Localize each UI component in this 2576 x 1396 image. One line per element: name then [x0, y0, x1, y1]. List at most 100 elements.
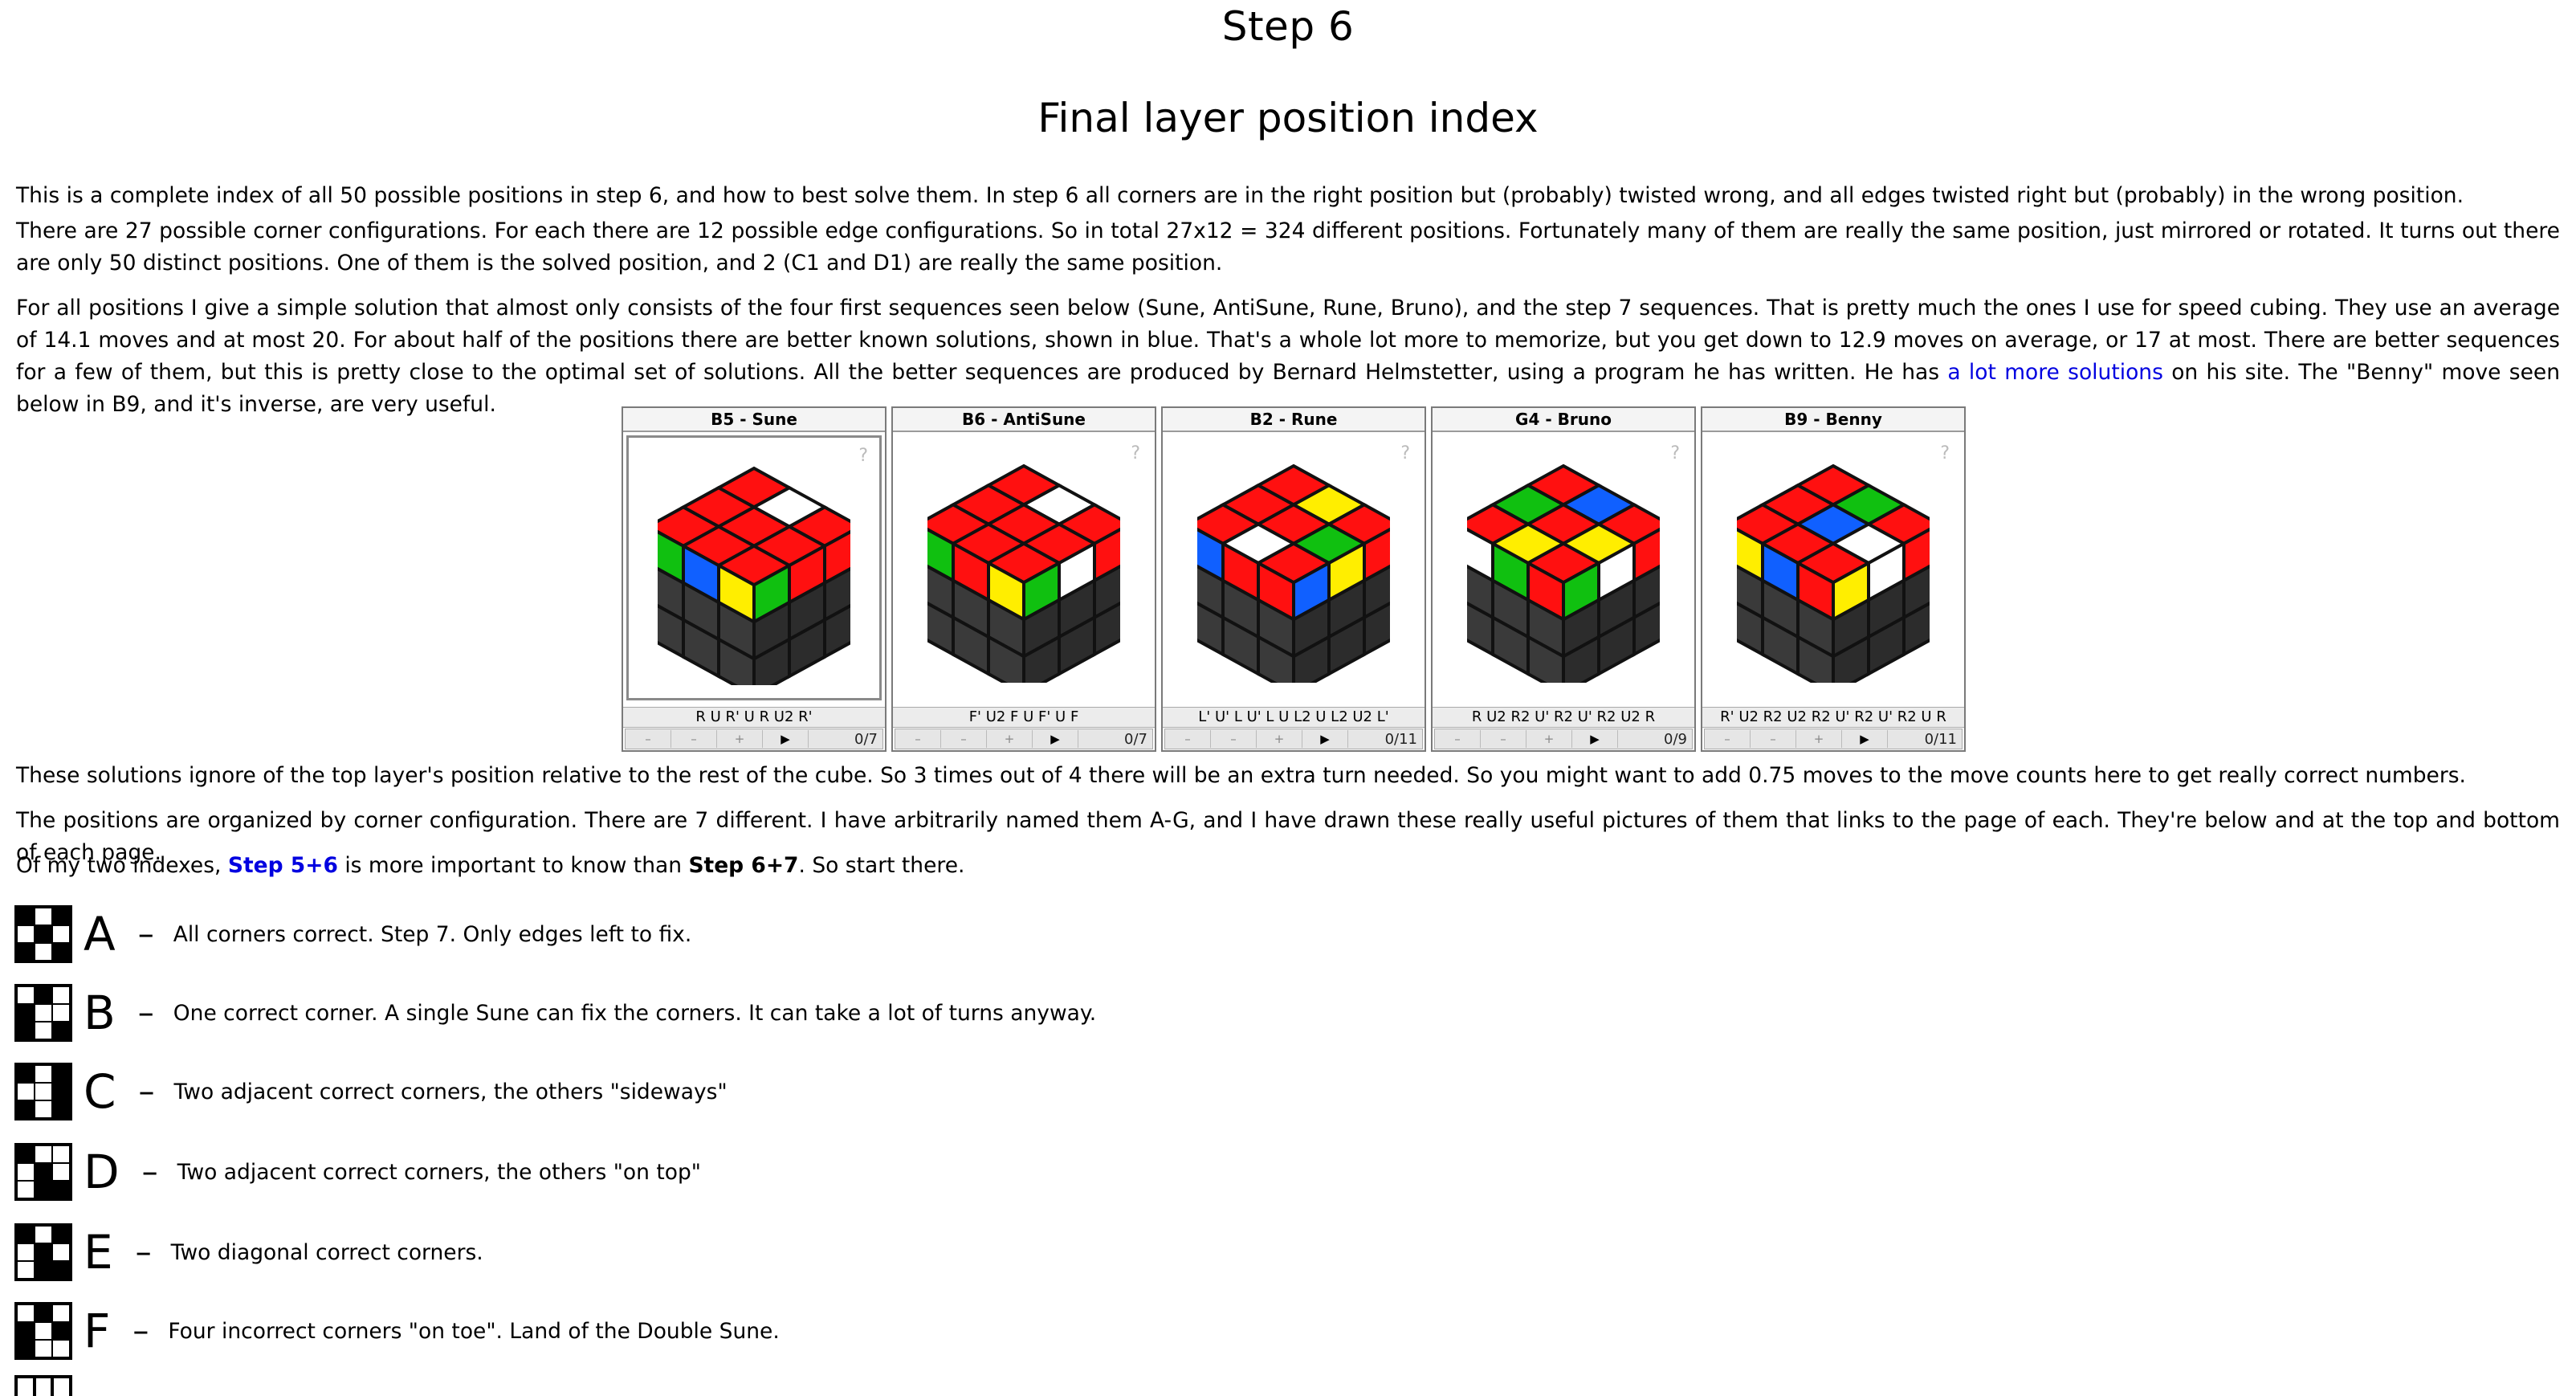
category-letter[interactable]: B — [84, 990, 116, 1036]
category-dash: – — [141, 1153, 158, 1190]
rewind-button[interactable]: – — [626, 730, 671, 748]
play-button[interactable]: ▶ — [763, 730, 809, 748]
p6-text-b: is more important to know than — [337, 853, 689, 878]
step-6-7-label: Step 6+7 — [688, 853, 799, 878]
intro-paragraph-3: For all positions I give a simple soluti… — [16, 292, 2560, 421]
applet-title: B9 - Benny — [1702, 408, 1964, 432]
move-sequence: R' U2 R2 U2 R2 U' R2 U' R2 U R — [1702, 707, 1964, 728]
category-letter[interactable]: F — [84, 1308, 110, 1354]
category-dash: – — [138, 1073, 155, 1110]
corner-pattern-icon[interactable] — [14, 1063, 72, 1120]
rewind-button[interactable]: – — [1435, 730, 1481, 748]
cube-applet[interactable]: B5 - Sune? R U R' U R U2 R' – – + ▶ 0/7 — [622, 406, 887, 752]
applet-title: G4 - Bruno — [1433, 408, 1694, 432]
p6-text-a: Of my two indexes, — [16, 853, 228, 878]
category-a-row[interactable]: A – All corners correct. Step 7. Only edge… — [14, 898, 691, 970]
cube-applet[interactable]: B2 - Rune? L' U' L U' L U L2 U L2 U2 L' – –… — [1161, 406, 1426, 752]
cube-view[interactable]: ? — [1166, 435, 1421, 700]
help-icon[interactable]: ? — [858, 446, 868, 466]
category-description: Two diagonal correct corners. — [170, 1239, 483, 1265]
play-button[interactable]: ▶ — [1033, 730, 1078, 748]
cube-drawing — [1737, 463, 1930, 683]
corner-pattern-icon[interactable] — [14, 1375, 72, 1396]
applet-controls: – – + ▶ 0/7 — [625, 729, 883, 749]
category-letter[interactable]: A — [84, 911, 116, 957]
move-sequence: R U R' U R U2 R' — [623, 707, 885, 728]
cube-applet[interactable]: B9 - Benny? R' U2 R2 U2 R2 U' R2 U' R2 U … — [1701, 406, 1966, 752]
category-d-row[interactable]: D – Two adjacent correct corners, the othe… — [14, 1136, 701, 1208]
rewind-button[interactable]: – — [1705, 730, 1751, 748]
category-letter[interactable]: D — [84, 1149, 120, 1195]
help-icon[interactable]: ? — [1131, 443, 1140, 463]
help-icon[interactable]: ? — [1670, 443, 1680, 463]
more-solutions-link[interactable]: a lot more solutions — [1947, 360, 2163, 385]
step-forward-button[interactable]: + — [717, 730, 763, 748]
cube-applet[interactable]: G4 - Bruno? R U2 R2 U' R2 U' R2 U2 R – – + ▶ 0… — [1431, 406, 1696, 752]
category-c-row[interactable]: C – Two adjacent correct corners, the othe… — [14, 1055, 728, 1128]
cube-view[interactable]: ? — [896, 435, 1151, 700]
help-icon[interactable]: ? — [1940, 443, 1950, 463]
page-subtitle: Final layer position index — [1037, 95, 1539, 141]
move-counter: 0/7 — [854, 730, 878, 748]
cube-view[interactable]: ? — [1706, 435, 1961, 700]
page-title: Step 6 — [1221, 3, 1355, 50]
applet-controls: – – + ▶ 0/11 — [1704, 729, 1963, 749]
move-counter: 0/11 — [1384, 730, 1417, 748]
step-forward-button[interactable]: + — [1526, 730, 1572, 748]
category-dash: – — [137, 994, 154, 1031]
step-forward-button[interactable]: + — [1796, 730, 1842, 748]
cube-view[interactable]: ? — [1436, 435, 1691, 700]
intro-paragraph-1: This is a complete index of all 50 possi… — [16, 183, 2464, 208]
cube-applet[interactable]: B6 - AntiSune? F' U2 F U F' U F – – + ▶ 0/7 — [891, 406, 1156, 752]
step-forward-button[interactable]: + — [1257, 730, 1302, 748]
step-back-button[interactable]: – — [1211, 730, 1257, 748]
rewind-button[interactable]: – — [895, 730, 941, 748]
cube-applets: B5 - Sune? R U R' U R U2 R' – – + ▶ 0/7 B6 - An… — [622, 406, 1966, 752]
help-icon[interactable]: ? — [1400, 443, 1410, 463]
step-back-button[interactable]: – — [1481, 730, 1526, 748]
step-back-button[interactable]: – — [671, 730, 717, 748]
move-counter: 0/9 — [1664, 730, 1687, 748]
cube-view[interactable]: ? — [626, 435, 882, 700]
category-dash: – — [135, 1234, 152, 1271]
move-sequence: F' U2 F U F' U F — [893, 707, 1155, 728]
corner-pattern-icon[interactable] — [14, 905, 72, 963]
play-button[interactable]: ▶ — [1302, 730, 1348, 748]
category-letter[interactable]: C — [84, 1068, 116, 1115]
category-description: One correct corner. A single Sune can fi… — [173, 1000, 1097, 1026]
applet-controls: – – + ▶ 0/7 — [895, 729, 1153, 749]
cube-drawing — [658, 466, 850, 685]
applet-controls: – – + ▶ 0/11 — [1164, 729, 1423, 749]
corner-pattern-icon[interactable] — [14, 984, 72, 1042]
category-b-row[interactable]: B – One correct corner. A single Sune can … — [14, 977, 1096, 1049]
applet-title: B5 - Sune — [623, 408, 885, 432]
category-description: All corners correct. Step 7. Only edges … — [173, 921, 692, 947]
step-back-button[interactable]: – — [1751, 730, 1796, 748]
step-forward-button[interactable]: + — [987, 730, 1033, 748]
category-dash: – — [132, 1312, 149, 1349]
applet-title: B2 - Rune — [1163, 408, 1425, 432]
category-letter[interactable]: E — [84, 1229, 113, 1276]
play-button[interactable]: ▶ — [1572, 730, 1618, 748]
step-back-button[interactable]: – — [941, 730, 987, 748]
category-description: Two adjacent correct corners, the others… — [173, 1079, 728, 1104]
rewind-button[interactable]: – — [1165, 730, 1211, 748]
category-dash: – — [137, 916, 154, 953]
corner-pattern-icon[interactable] — [14, 1223, 72, 1281]
applet-controls: – – + ▶ 0/9 — [1434, 729, 1693, 749]
category-f-row[interactable]: F – Four incorrect corners "on toe". Land … — [14, 1295, 780, 1367]
step-5-6-link[interactable]: Step 5+6 — [228, 853, 338, 878]
category-description: Four incorrect corners "on toe". Land of… — [168, 1318, 780, 1344]
corner-pattern-icon[interactable] — [14, 1302, 72, 1360]
move-counter: 0/7 — [1124, 730, 1147, 748]
play-button[interactable]: ▶ — [1842, 730, 1888, 748]
corner-pattern-icon[interactable] — [14, 1143, 72, 1201]
category-e-row[interactable]: E – Two diagonal correct corners. — [14, 1216, 483, 1288]
move-sequence: L' U' L U' L U L2 U L2 U2 L' — [1163, 707, 1425, 728]
cube-drawing — [927, 463, 1120, 683]
category-description: Two adjacent correct corners, the others… — [177, 1159, 701, 1185]
notes-paragraph-4: These solutions ignore of the top layer'… — [16, 763, 2466, 788]
cube-drawing — [1197, 463, 1390, 683]
notes-paragraph-6: Of my two indexes, Step 5+6 is more impo… — [16, 850, 2560, 882]
cube-drawing — [1467, 463, 1660, 683]
